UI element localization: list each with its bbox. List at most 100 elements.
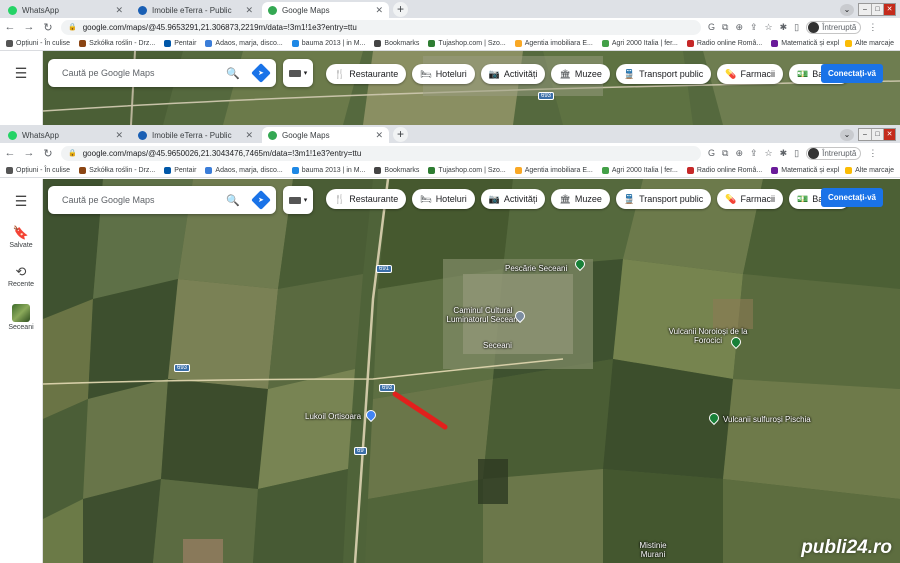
tab-whatsapp[interactable]: WhatsApp ✕	[2, 2, 129, 18]
tab-google-maps[interactable]: Google Maps ✕	[262, 2, 389, 18]
chip-restaurante[interactable]: 🍴 Restaurante	[326, 189, 407, 209]
share-icon[interactable]: ⇪	[750, 148, 758, 159]
close-window-icon[interactable]: ✕	[883, 129, 895, 140]
directions-icon[interactable]: ➤	[251, 190, 271, 210]
bookmark-item[interactable]: Agentia imobiliara E...	[514, 39, 593, 47]
address-bar[interactable]: 🔒 google.com/maps/@45.9650026,21.3043476…	[61, 145, 701, 161]
satellite-map[interactable]: 691 693 693 69 Pescărie Seceani Caminul …	[43, 179, 900, 563]
share-icon[interactable]: ⇪	[750, 22, 758, 33]
close-icon[interactable]: ✕	[375, 130, 383, 141]
zoom-icon[interactable]: ⊕	[735, 148, 743, 159]
close-icon[interactable]: ✕	[115, 5, 123, 16]
reload-icon[interactable]: ↻	[42, 147, 54, 160]
bookmark-folder[interactable]: Bookmarks	[374, 166, 419, 174]
reload-icon[interactable]: ↻	[42, 21, 54, 34]
chip-transport[interactable]: 🚆 Transport public	[615, 64, 712, 84]
menu-icon[interactable]: ☰	[15, 193, 28, 210]
place-label-mistinie[interactable]: Mistinie Murani	[628, 541, 678, 559]
extensions-icon[interactable]: ✱	[780, 148, 788, 159]
apps-grid-icon[interactable]: ⠿	[796, 188, 806, 204]
translate-icon[interactable]: ⧉	[722, 22, 728, 33]
search-icon[interactable]: 🔍	[226, 194, 240, 207]
tab-search-icon[interactable]: ⌄	[840, 3, 854, 16]
bookmark-item[interactable]: Agentia imobiliara E...	[514, 166, 593, 174]
bookmark-item[interactable]: Matematică și expl...	[771, 166, 845, 174]
signin-button[interactable]: Conectați-vă	[821, 64, 883, 83]
google-icon[interactable]: G	[708, 148, 715, 158]
place-label-seceani[interactable]: Seceani	[483, 341, 512, 350]
chip-farmacii[interactable]: 💊 Farmacii	[717, 64, 784, 84]
sidebar-item-recent[interactable]: ⟲ Recente	[8, 265, 34, 289]
bookmark-item[interactable]: Radio online Româ...	[686, 166, 762, 174]
chip-hoteluri[interactable]: 🛏 Hoteluri	[412, 64, 475, 84]
forward-icon[interactable]: →	[23, 21, 35, 33]
back-icon[interactable]: ←	[4, 21, 16, 33]
address-bar[interactable]: 🔒 google.com/maps/@45.9653291,21.306873,…	[61, 19, 701, 35]
bookmark-item[interactable]: Radio online Româ...	[686, 39, 762, 47]
maximize-icon[interactable]: □	[871, 4, 883, 15]
bookmark-item[interactable]: Pentair	[164, 166, 196, 174]
maximize-icon[interactable]: □	[871, 129, 883, 140]
chip-farmacii[interactable]: 💊 Farmacii	[717, 189, 784, 209]
tab-google-maps[interactable]: Google Maps ✕	[262, 127, 389, 143]
chip-activitati[interactable]: 📷 Activități	[480, 64, 546, 84]
star-icon[interactable]: ☆	[765, 22, 773, 33]
translate-icon[interactable]: ⧉	[722, 148, 728, 159]
back-icon[interactable]: ←	[4, 147, 16, 159]
chip-transport[interactable]: 🚆 Transport public	[615, 189, 712, 209]
close-window-icon[interactable]: ✕	[883, 4, 895, 15]
minimize-icon[interactable]: –	[859, 129, 871, 140]
bookmark-item[interactable]: Tujashop.com | Szo...	[428, 39, 506, 47]
bookmark-item[interactable]: Szkółka roślin - Drz...	[79, 166, 155, 174]
chip-muzee[interactable]: 🏛 Muzee	[551, 64, 610, 84]
tab-eterra[interactable]: Imobile eTerra - Public ✕	[132, 127, 259, 143]
search-input[interactable]: Caută pe Google Maps	[62, 195, 226, 205]
place-label-lukoil[interactable]: Lukoil Ortisoara	[305, 412, 361, 421]
new-tab-button[interactable]: +	[393, 2, 408, 17]
bookmark-item[interactable]: Szkółka roślin - Drz...	[79, 39, 155, 47]
place-label-pescarie[interactable]: Pescărie Seceani	[505, 264, 567, 273]
extensions-icon[interactable]: ✱	[780, 22, 788, 33]
chip-hoteluri[interactable]: 🛏 Hoteluri	[412, 189, 475, 209]
sidebar-item-seceani[interactable]: Seceani	[8, 304, 34, 331]
zoom-icon[interactable]: ⊕	[735, 22, 743, 33]
other-bookmarks[interactable]: Alte marcaje	[839, 163, 894, 177]
signin-button[interactable]: Conectați-vă	[821, 188, 883, 207]
search-icon[interactable]: 🔍	[226, 67, 240, 80]
chip-muzee[interactable]: 🏛 Muzee	[551, 189, 610, 209]
bookmark-item[interactable]: Matematică și expl...	[771, 39, 845, 47]
sidepanel-icon[interactable]: ▯	[794, 22, 799, 33]
menu-icon[interactable]: ☰	[15, 65, 28, 82]
directions-icon[interactable]: ➤	[251, 63, 271, 83]
minimize-icon[interactable]: –	[859, 4, 871, 15]
menu-icon[interactable]: ⋮	[868, 22, 877, 33]
bookmark-item[interactable]: Agri 2000 Italia | fer...	[601, 166, 678, 174]
sidebar-item-saved[interactable]: 🔖 Salvate	[9, 226, 32, 250]
bookmark-item[interactable]: Tujashop.com | Szo...	[428, 166, 506, 174]
bookmark-item[interactable]: bauma 2013 | in M...	[291, 39, 365, 47]
bookmark-folder[interactable]: Bookmarks	[374, 39, 419, 47]
bookmark-item[interactable]: Opțiuni - În culise	[6, 166, 70, 174]
chip-restaurante[interactable]: 🍴 Restaurante	[326, 64, 407, 84]
close-icon[interactable]: ✕	[245, 5, 253, 16]
other-bookmarks[interactable]: Alte marcaje	[839, 36, 894, 50]
profile-button[interactable]: Întreruptă	[806, 146, 862, 160]
bookmark-item[interactable]: bauma 2013 | in M...	[291, 166, 365, 174]
new-tab-button[interactable]: +	[393, 127, 408, 142]
apps-grid-icon[interactable]: ⠿	[796, 63, 806, 79]
close-icon[interactable]: ✕	[115, 130, 123, 141]
tab-search-icon[interactable]: ⌄	[840, 128, 854, 141]
bookmark-item[interactable]: Agri 2000 Italia | fer...	[601, 39, 678, 47]
maps-search-box[interactable]: Caută pe Google Maps 🔍 ➤	[48, 186, 276, 214]
profile-button[interactable]: Întreruptă	[806, 20, 862, 34]
keyboard-toggle[interactable]: ▾	[283, 59, 313, 87]
place-label-vulcanii-sulfurosi[interactable]: Vulcanii sulfuroși Pischia	[723, 415, 811, 424]
close-icon[interactable]: ✕	[375, 5, 383, 16]
tab-whatsapp[interactable]: WhatsApp ✕	[2, 127, 129, 143]
chip-activitati[interactable]: 📷 Activități	[480, 189, 546, 209]
search-input[interactable]: Caută pe Google Maps	[62, 68, 226, 78]
tab-eterra[interactable]: Imobile eTerra - Public ✕	[132, 2, 259, 18]
bookmark-item[interactable]: Adaos, marja, disco...	[205, 166, 283, 174]
menu-icon[interactable]: ⋮	[868, 148, 877, 159]
close-icon[interactable]: ✕	[245, 130, 253, 141]
